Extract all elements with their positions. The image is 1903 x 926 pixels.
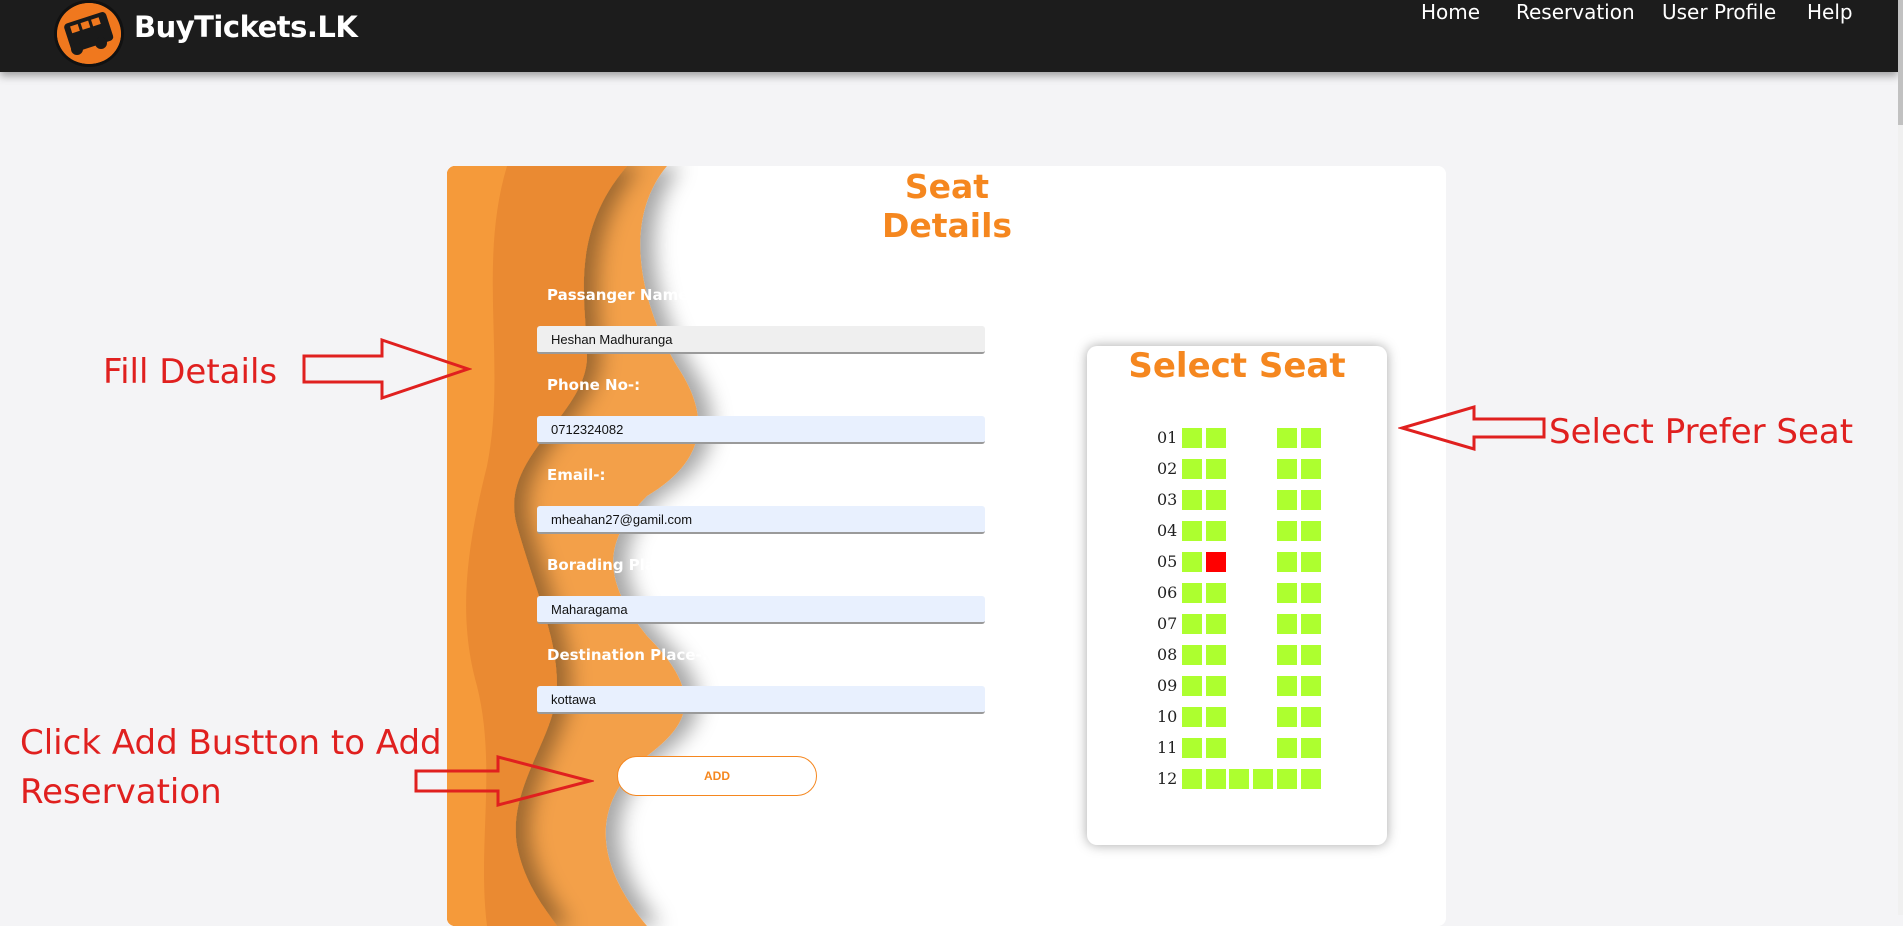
seat-08-2[interactable]: [1206, 645, 1226, 665]
seat-04-4[interactable]: [1301, 521, 1321, 541]
seat-10-2[interactable]: [1206, 707, 1226, 727]
seat-03-4[interactable]: [1301, 490, 1321, 510]
seat-03-3[interactable]: [1277, 490, 1297, 510]
seat-06-2[interactable]: [1206, 583, 1226, 603]
arrow-left-icon: [1398, 405, 1546, 451]
annotation-fill-details: Fill Details: [103, 352, 278, 392]
seat-03-2[interactable]: [1206, 490, 1226, 510]
seat-11-2[interactable]: [1206, 738, 1226, 758]
nav-reservation[interactable]: Reservation: [1516, 0, 1635, 24]
seat-03-1[interactable]: [1182, 490, 1202, 510]
seat-09-1[interactable]: [1182, 676, 1202, 696]
nav-help[interactable]: Help: [1807, 0, 1853, 24]
seat-11-1[interactable]: [1182, 738, 1202, 758]
seat-04-1[interactable]: [1182, 521, 1202, 541]
annotation-click-add-line2: Reservation: [20, 772, 222, 812]
seat-10-3[interactable]: [1277, 707, 1297, 727]
seat-01-1[interactable]: [1182, 428, 1202, 448]
destination-place-input[interactable]: [537, 686, 985, 714]
seat-08-4[interactable]: [1301, 645, 1321, 665]
seat-01-3[interactable]: [1277, 428, 1297, 448]
seat-02-3[interactable]: [1277, 459, 1297, 479]
arrow-right-icon: [302, 338, 472, 400]
seat-11-3[interactable]: [1277, 738, 1297, 758]
seat-07-4[interactable]: [1301, 614, 1321, 634]
seat-panel-title: Select Seat: [1128, 346, 1346, 386]
seat-07-2[interactable]: [1206, 614, 1226, 634]
boarding-place-input[interactable]: [537, 596, 985, 624]
navbar: BuyTickets.LK Home Reservation User Prof…: [0, 0, 1898, 72]
seat-10-1[interactable]: [1182, 707, 1202, 727]
seat-08-1[interactable]: [1182, 645, 1202, 665]
seat-06-3[interactable]: [1277, 583, 1297, 603]
seat-12-6[interactable]: [1301, 769, 1321, 789]
seat-09-2[interactable]: [1206, 676, 1226, 696]
page-title: Seat Details: [881, 167, 1013, 245]
brand-name[interactable]: BuyTickets.LK: [134, 10, 358, 44]
seat-12-1[interactable]: [1182, 769, 1202, 789]
passenger-name-label: Passanger Name-:: [547, 286, 701, 304]
seat-06-4[interactable]: [1301, 583, 1321, 603]
seat-12-4[interactable]: [1253, 769, 1273, 789]
seat-11-4[interactable]: [1301, 738, 1321, 758]
seat-07-3[interactable]: [1277, 614, 1297, 634]
scrollbar-thumb[interactable]: [1898, 0, 1903, 125]
seat-08-3[interactable]: [1277, 645, 1297, 665]
seat-09-3[interactable]: [1277, 676, 1297, 696]
annotation-select-seat: Select Prefer Seat: [1549, 412, 1854, 452]
nav-user-profile[interactable]: User Profile: [1662, 0, 1776, 24]
seat-05-4[interactable]: [1301, 552, 1321, 572]
seat-09-4[interactable]: [1301, 676, 1321, 696]
scrollbar[interactable]: [1898, 0, 1903, 915]
seat-04-2[interactable]: [1206, 521, 1226, 541]
seat-01-4[interactable]: [1301, 428, 1321, 448]
seat-07-1[interactable]: [1182, 614, 1202, 634]
seat-06-1[interactable]: [1182, 583, 1202, 603]
email-label: Email-:: [547, 466, 606, 484]
seat-02-2[interactable]: [1206, 459, 1226, 479]
nav-home[interactable]: Home: [1421, 0, 1480, 24]
annotation-click-add-line1: Click Add Bustton to Add: [20, 723, 442, 763]
arrow-right-icon: [414, 755, 594, 807]
email-input[interactable]: [537, 506, 985, 534]
seat-12-3[interactable]: [1229, 769, 1249, 789]
destination-place-label: Destination Place-:: [547, 646, 708, 664]
passenger-name-input[interactable]: [537, 326, 985, 354]
seat-05-1[interactable]: [1182, 552, 1202, 572]
phone-label: Phone No-:: [547, 376, 641, 394]
seat-selection-panel: Select Seat 01 02 03 04 05 06 07 08 09 10 11 12: [1087, 346, 1387, 845]
seat-05-3[interactable]: [1277, 552, 1297, 572]
bus-logo-icon[interactable]: [54, 0, 124, 67]
seat-12-2[interactable]: [1206, 769, 1226, 789]
add-button[interactable]: ADD: [617, 756, 817, 796]
seat-05-2[interactable]: [1206, 552, 1226, 572]
phone-input[interactable]: [537, 416, 985, 444]
seat-04-3[interactable]: [1277, 521, 1297, 541]
seat-01-2[interactable]: [1206, 428, 1226, 448]
seat-10-4[interactable]: [1301, 707, 1321, 727]
boarding-place-label: Borading Place-:: [547, 556, 687, 574]
seat-02-4[interactable]: [1301, 459, 1321, 479]
seat-02-1[interactable]: [1182, 459, 1202, 479]
seat-12-5[interactable]: [1277, 769, 1297, 789]
